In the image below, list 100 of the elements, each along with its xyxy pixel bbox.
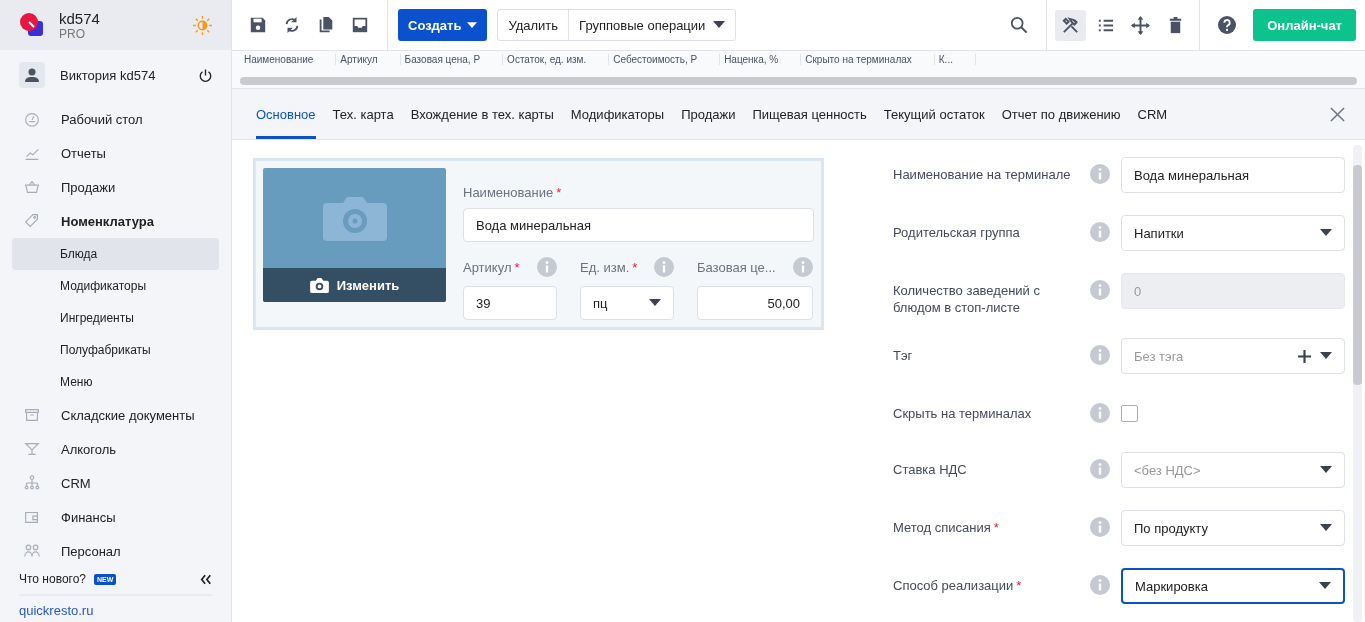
select-field[interactable]: Напитки xyxy=(1121,215,1345,251)
nav-label: Алкоголь xyxy=(61,441,117,457)
change-photo-button[interactable]: Изменить xyxy=(263,268,446,302)
column-header[interactable]: Скрыто на терминалах xyxy=(801,54,935,65)
collapse-icon[interactable] xyxy=(200,573,212,585)
group-operations-dropdown[interactable]: Групповые операции xyxy=(568,10,736,40)
nav-subitem[interactable]: Модификаторы xyxy=(12,270,219,302)
horizontal-scrollbar[interactable] xyxy=(240,77,1357,85)
nav-label: Отчеты xyxy=(61,145,106,161)
basket-icon xyxy=(23,178,41,196)
copy-icon[interactable] xyxy=(317,16,335,34)
archive-box-icon xyxy=(23,406,41,424)
close-icon[interactable] xyxy=(1330,106,1345,122)
select-field[interactable]: Маркировка xyxy=(1121,568,1345,604)
tools-button[interactable] xyxy=(1055,9,1087,41)
checkbox[interactable] xyxy=(1121,404,1138,422)
column-header[interactable]: Наименование xyxy=(240,54,337,65)
info-icon[interactable] xyxy=(537,257,557,277)
column-header[interactable]: Наценка, % xyxy=(720,54,802,65)
nav-item[interactable]: Отчеты xyxy=(0,136,219,170)
tab[interactable]: Пищевая ценность xyxy=(752,89,867,139)
nav-label: Персонал xyxy=(61,543,121,559)
caret-icon xyxy=(1319,582,1331,590)
theme-toggle-icon[interactable] xyxy=(193,15,212,35)
column-header[interactable]: Артикул xyxy=(336,54,401,65)
refresh-icon[interactable] xyxy=(283,16,301,34)
info-icon[interactable] xyxy=(1090,222,1110,242)
nav-item[interactable]: Рабочий стол xyxy=(0,102,219,136)
nav-label: Складские документы xyxy=(61,407,195,423)
nav-subitem[interactable]: Полуфабрикаты xyxy=(12,334,219,366)
nav-item[interactable]: Продажи xyxy=(0,170,219,204)
caret-icon xyxy=(467,21,478,29)
column-header[interactable]: Остаток, ед. изм. xyxy=(503,54,610,65)
text-input[interactable]: 39 xyxy=(463,286,557,320)
gauge-icon xyxy=(23,110,41,128)
whats-new-link[interactable]: Что нового? xyxy=(19,572,87,586)
nav-item[interactable]: Финансы xyxy=(0,500,219,534)
power-icon[interactable] xyxy=(198,67,213,83)
nav-item[interactable]: Алкоголь xyxy=(0,432,219,466)
required-mark: * xyxy=(556,185,562,200)
select-field[interactable]: По продукту xyxy=(1121,510,1345,546)
caret-icon xyxy=(1320,466,1332,474)
field-label: Тэг xyxy=(893,347,914,364)
text-input[interactable]: Вода минеральная xyxy=(1121,157,1345,193)
caret-icon xyxy=(1320,524,1332,532)
plan-label: PRO xyxy=(59,26,85,41)
tab[interactable]: Текущий остаток xyxy=(883,89,985,139)
tag-icon xyxy=(23,212,41,230)
tab[interactable]: Модификаторы xyxy=(570,89,665,139)
photo-placeholder[interactable]: Изменить xyxy=(263,168,446,302)
nav-item[interactable]: Номенклатура xyxy=(0,204,219,238)
create-button[interactable]: Создать xyxy=(398,9,488,41)
info-icon[interactable] xyxy=(793,257,813,277)
search-icon[interactable] xyxy=(1010,16,1029,34)
info-icon[interactable] xyxy=(1090,575,1110,595)
required-mark: * xyxy=(632,259,638,275)
save-icon[interactable] xyxy=(249,16,267,34)
info-icon[interactable] xyxy=(1090,459,1110,479)
logo-icon xyxy=(19,12,45,38)
nav-item[interactable]: CRM xyxy=(0,466,219,500)
info-icon[interactable] xyxy=(1090,164,1110,184)
vertical-scrollbar[interactable] xyxy=(1353,145,1362,622)
field-label: Артикул xyxy=(463,259,512,275)
plus-icon[interactable] xyxy=(1298,349,1311,363)
field-label: Ед. изм. xyxy=(580,259,630,275)
number-input[interactable]: 50,00 xyxy=(697,286,813,320)
column-header[interactable]: Себестоимость, Р xyxy=(609,54,721,65)
help-icon[interactable] xyxy=(1218,16,1237,34)
tools-icon xyxy=(1061,15,1081,35)
nav-label: CRM xyxy=(61,475,91,491)
tab[interactable]: Тех. карта xyxy=(332,89,394,139)
nav-item[interactable]: Персонал xyxy=(0,534,219,568)
nav-label: Финансы xyxy=(61,509,116,525)
field-label: Ставка НДС xyxy=(893,461,968,478)
column-header[interactable]: Базовая цена, Р xyxy=(400,54,504,65)
caret-icon xyxy=(649,299,661,307)
tab[interactable]: Основное xyxy=(256,89,316,139)
caret-icon xyxy=(1320,352,1332,360)
tab[interactable]: Вхождение в тех. карты xyxy=(410,89,554,139)
field-label: Количество заведений с блюдом в стоп-листе xyxy=(893,282,1041,316)
info-icon[interactable] xyxy=(1090,517,1110,537)
tab[interactable]: Продажи xyxy=(681,89,736,139)
info-icon[interactable] xyxy=(1090,403,1110,423)
nav-subitem[interactable]: Меню xyxy=(12,366,219,398)
unit-select[interactable]: пц xyxy=(580,286,674,320)
column-header[interactable]: К... xyxy=(934,54,976,65)
nav-subitem[interactable]: Ингредиенты xyxy=(12,302,219,334)
field-label: Метод списания * xyxy=(893,519,1000,536)
nav-subitem[interactable]: Блюда xyxy=(12,238,219,270)
field-label: Наименование на терминале xyxy=(893,166,1072,183)
website-link[interactable]: quickresto.ru xyxy=(19,603,94,618)
tab[interactable]: CRM xyxy=(1137,89,1168,139)
name-input[interactable]: Вода минеральная xyxy=(463,208,814,242)
nav-item[interactable]: Складские документы xyxy=(0,398,219,432)
info-icon[interactable] xyxy=(654,257,674,277)
delete-button[interactable]: Удалить xyxy=(498,10,569,40)
tab[interactable]: Отчет по движению xyxy=(1001,89,1121,139)
info-icon[interactable] xyxy=(1090,345,1110,365)
info-icon[interactable] xyxy=(1090,280,1110,300)
inbox-icon[interactable] xyxy=(351,16,369,34)
